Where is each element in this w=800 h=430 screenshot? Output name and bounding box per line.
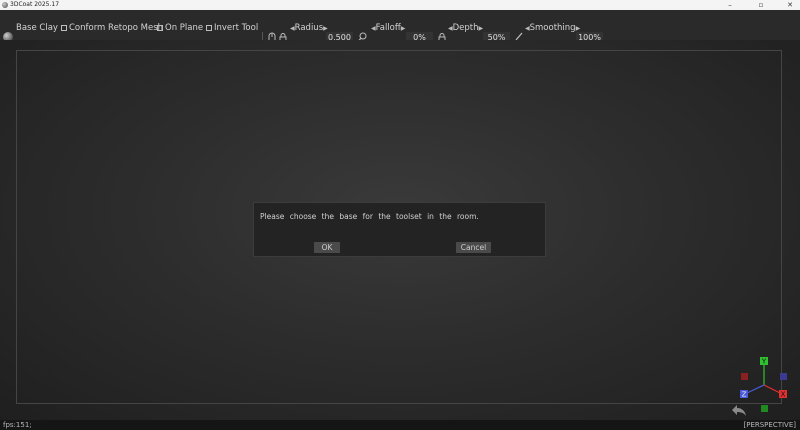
projection-mode[interactable]: [PERSPECTIVE] bbox=[744, 420, 797, 430]
window-title: 3DCoat 2025.17 bbox=[10, 1, 60, 8]
base-clay-option[interactable]: Base Clay bbox=[16, 10, 58, 40]
maximize-icon[interactable]: ▫ bbox=[751, 0, 771, 10]
invert-tool-checkbox[interactable] bbox=[206, 25, 212, 31]
conform-checkbox[interactable] bbox=[61, 25, 67, 31]
smoothing-control[interactable]: ◀Smoothing▶ bbox=[525, 10, 580, 40]
undo-icon[interactable] bbox=[731, 403, 747, 417]
close-icon[interactable]: ✕ bbox=[780, 0, 800, 10]
depth-control[interactable]: ◀Depth▶ bbox=[448, 10, 483, 40]
on-plane-label: On Plane bbox=[165, 23, 204, 33]
ok-button[interactable]: OK bbox=[314, 242, 340, 253]
falloff-control[interactable]: ◀Falloff▶ bbox=[371, 10, 405, 40]
x-axis-line bbox=[763, 384, 781, 394]
falloff-label: Falloff bbox=[375, 23, 401, 33]
radius-control[interactable]: ◀Radius▶ bbox=[290, 10, 328, 40]
fps-readout: fps:151; bbox=[3, 421, 32, 429]
x-axis-label: X bbox=[781, 391, 786, 399]
status-bar: fps:151; [PERSPECTIVE] bbox=[0, 420, 800, 430]
neg-y-axis-handle[interactable] bbox=[761, 405, 768, 412]
title-bar: 3DCoat 2025.17 – ▫ ✕ bbox=[0, 0, 800, 10]
cancel-button[interactable]: Cancel bbox=[456, 242, 491, 253]
neg-x-axis-handle[interactable] bbox=[741, 373, 748, 380]
falloff-increase-icon[interactable]: ▶ bbox=[401, 25, 406, 32]
y-axis-label: Y bbox=[761, 358, 767, 366]
invert-tool-label: Invert Tool bbox=[214, 23, 259, 33]
z-axis-label: Z bbox=[742, 391, 747, 399]
on-plane-checkbox[interactable] bbox=[157, 25, 163, 31]
minimize-icon[interactable]: – bbox=[720, 0, 740, 10]
app-icon bbox=[2, 2, 8, 8]
smoothing-increase-icon[interactable]: ▶ bbox=[576, 25, 581, 32]
depth-label: Depth bbox=[452, 23, 479, 33]
neg-z-axis-handle[interactable] bbox=[780, 373, 787, 380]
dialog-message: Please choose the base for the toolset i… bbox=[260, 212, 479, 221]
choose-base-dialog: Please choose the base for the toolset i… bbox=[253, 202, 546, 257]
radius-increase-icon[interactable]: ▶ bbox=[323, 25, 328, 32]
on-plane-option[interactable]: On Plane bbox=[157, 10, 203, 40]
tool-options-bar: Base Clay Conform Retopo Mesh On Plane I… bbox=[0, 10, 800, 44]
smoothing-label: Smoothing bbox=[529, 23, 576, 33]
conform-retopo-mesh-label: Conform Retopo Mesh bbox=[69, 23, 164, 33]
depth-increase-icon[interactable]: ▶ bbox=[479, 25, 484, 32]
radius-label: Radius bbox=[294, 23, 324, 33]
conform-retopo-mesh-option[interactable]: Conform Retopo Mesh bbox=[61, 10, 163, 40]
z-axis-line bbox=[746, 384, 765, 394]
invert-tool-option[interactable]: Invert Tool bbox=[206, 10, 258, 40]
